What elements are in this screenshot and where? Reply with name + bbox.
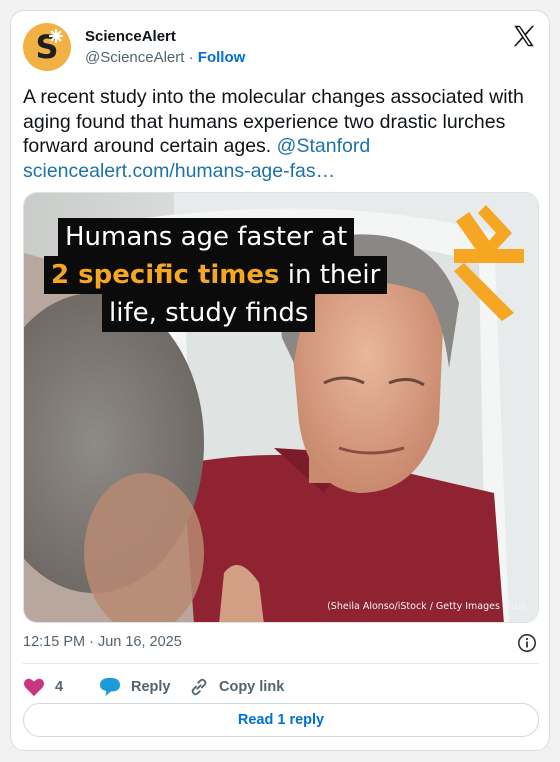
link-icon bbox=[191, 678, 207, 696]
tweet-text: A recent study into the molecular change… bbox=[23, 85, 543, 183]
author-name[interactable]: ScienceAlert bbox=[85, 28, 176, 45]
headline-line-1: Humans age faster at bbox=[58, 218, 355, 256]
tweet-header: S ScienceAlert @ScienceAlert · Follow bbox=[23, 23, 537, 75]
image-credit: (Sheila Alonso/iStock / Getty Images Plu… bbox=[327, 601, 526, 612]
article-link[interactable]: sciencealert.com/humans-age-fas… bbox=[23, 160, 335, 182]
tweet-card: S ScienceAlert @ScienceAlert · Follow A … bbox=[10, 10, 550, 751]
reply-label: Reply bbox=[131, 679, 171, 695]
like-button[interactable]: 4 bbox=[23, 673, 63, 701]
mention-link[interactable]: @Stanford bbox=[277, 135, 371, 157]
avatar-letter: S bbox=[35, 28, 59, 66]
headline-highlight: 2 specific times bbox=[51, 260, 280, 290]
headline-line-2: 2 specific times in their bbox=[44, 256, 388, 294]
follow-button[interactable]: Follow bbox=[198, 49, 246, 66]
meta-row: 12:15 PM · Jun 16, 2025 bbox=[23, 631, 539, 655]
headline-line-3: life, study finds bbox=[102, 294, 316, 332]
author-handle[interactable]: @ScienceAlert bbox=[85, 49, 184, 66]
avatar[interactable]: S bbox=[23, 23, 71, 71]
read-replies-button[interactable]: Read 1 reply bbox=[23, 703, 539, 737]
like-count: 4 bbox=[55, 679, 64, 695]
author-handle-row: @ScienceAlert · Follow bbox=[85, 49, 245, 66]
tweet-body: A recent study into the molecular change… bbox=[23, 86, 524, 157]
media-headline: Humans age faster at 2 specific times in… bbox=[24, 193, 538, 622]
info-icon[interactable] bbox=[517, 633, 537, 653]
divider bbox=[23, 663, 539, 664]
action-bar: 4 Reply Copy link bbox=[23, 673, 539, 701]
x-logo-icon[interactable] bbox=[511, 23, 537, 49]
reply-button[interactable]: Reply bbox=[99, 673, 171, 701]
copy-link-label: Copy link bbox=[219, 679, 285, 695]
timestamp[interactable]: 12:15 PM · Jun 16, 2025 bbox=[23, 634, 182, 650]
speech-bubble-icon bbox=[100, 677, 120, 697]
avatar-spark-icon bbox=[49, 29, 63, 43]
heart-icon bbox=[24, 678, 44, 697]
tweet-image[interactable]: Humans age faster at 2 specific times in… bbox=[23, 192, 539, 623]
handle-separator: · bbox=[188, 49, 194, 66]
copy-link-button[interactable]: Copy link bbox=[189, 673, 284, 701]
